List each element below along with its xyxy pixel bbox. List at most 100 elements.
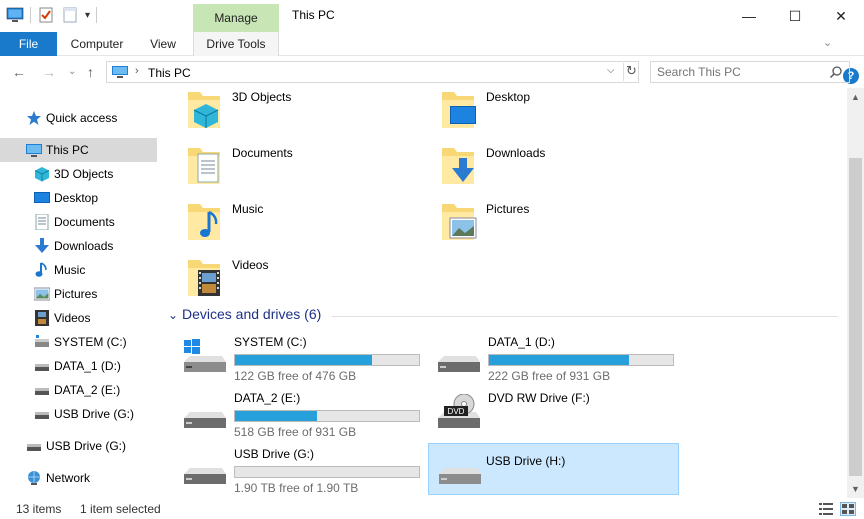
folder-label: Documents: [232, 146, 293, 160]
nav-item-documents[interactable]: Documents: [0, 210, 157, 234]
drive-free-space: 1.90 TB free of 1.90 TB: [234, 481, 359, 495]
new-folder-icon[interactable]: [61, 6, 79, 24]
breadcrumb-this-pc[interactable]: This PC: [148, 66, 191, 80]
nav-item-usb-g[interactable]: USB Drive (G:): [0, 402, 157, 426]
film-icon: [34, 310, 50, 326]
computer-icon[interactable]: [6, 6, 24, 24]
network-icon: [26, 470, 42, 486]
selection-count: 1 item selected: [80, 502, 161, 516]
documents-icon: [34, 213, 50, 231]
drive-icon: [182, 450, 228, 488]
nav-label: Desktop: [54, 191, 99, 205]
drive-usage-bar: [488, 354, 674, 366]
drive-data1-d[interactable]: DATA_1 (D:) 222 GB free of 931 GB: [416, 332, 674, 383]
drive-usage-fill: [235, 355, 372, 365]
usb-drive-icon: [34, 406, 50, 422]
nav-label: DATA_2 (E:): [54, 383, 121, 397]
nav-label: Quick access: [46, 111, 118, 125]
expand-ribbon-chevron-icon[interactable]: ⌄: [823, 36, 832, 49]
scroll-up-arrow-icon[interactable]: ▲: [851, 92, 860, 102]
nav-item-system-c[interactable]: SYSTEM (C:): [0, 330, 157, 354]
back-arrow-icon[interactable]: ←: [12, 64, 26, 80]
item-count: 13 items: [16, 502, 62, 516]
nav-quick-access[interactable]: Quick access: [0, 106, 157, 130]
minimize-icon: —: [742, 8, 756, 24]
recent-locations-chevron-icon[interactable]: ⌄: [68, 66, 76, 77]
nav-item-desktop[interactable]: Desktop: [0, 186, 157, 210]
tab-computer[interactable]: Computer: [62, 32, 132, 56]
up-arrow-icon[interactable]: ↑: [87, 64, 94, 80]
search-input[interactable]: [657, 64, 827, 80]
nav-label: DATA_1 (D:): [54, 359, 121, 373]
properties-checkmark-icon[interactable]: [37, 6, 55, 24]
nav-label: Downloads: [54, 239, 114, 253]
nav-item-music[interactable]: Music: [0, 258, 157, 282]
nav-item-3d-objects[interactable]: 3D Objects: [0, 162, 157, 186]
address-bar[interactable]: › This PC ⌵ ↻: [106, 61, 639, 83]
devices-group-header[interactable]: ⌄ Devices and drives (6): [160, 306, 840, 326]
large-icons-view-icon[interactable]: [840, 502, 856, 516]
downloads-folder-icon: [438, 144, 478, 188]
scrollbar-thumb[interactable]: [849, 158, 862, 476]
drive-icon: [437, 450, 483, 488]
nav-label: This PC: [46, 143, 89, 157]
nav-label: Music: [54, 263, 86, 277]
pictures-icon: [33, 286, 51, 302]
vertical-scrollbar[interactable]: ▲ ▼: [847, 88, 864, 498]
nav-item-pictures[interactable]: Pictures: [0, 282, 157, 306]
status-bar: 13 items 1 item selected: [0, 498, 864, 519]
tab-drive-tools[interactable]: Drive Tools: [193, 32, 279, 56]
maximize-button[interactable]: ☐: [772, 0, 818, 32]
drive-label: USB Drive (G:): [234, 447, 315, 461]
window-title: This PC: [292, 8, 335, 22]
nav-label: 3D Objects: [54, 167, 114, 181]
folder-music[interactable]: Music: [160, 200, 400, 256]
nav-network[interactable]: Network: [0, 466, 157, 490]
windows-drive-icon: [182, 338, 228, 376]
drive-free-space: 518 GB free of 931 GB: [234, 425, 357, 439]
drive-system-c[interactable]: SYSTEM (C:) 122 GB free of 476 GB: [162, 332, 420, 383]
drive-usb-g[interactable]: USB Drive (G:) 1.90 TB free of 1.90 TB: [162, 444, 420, 495]
details-view-icon[interactable]: [818, 502, 834, 516]
address-dropdown-icon[interactable]: ⌵: [607, 65, 615, 76]
close-button[interactable]: ✕: [818, 0, 864, 32]
navigation-bar: ← → ⌄ ↑ › This PC ⌵ ↻: [0, 58, 864, 88]
toolbar-divider: [96, 7, 98, 23]
minimize-button[interactable]: —: [726, 0, 772, 32]
nav-item-data2-e[interactable]: DATA_2 (E:): [0, 378, 157, 402]
refresh-icon[interactable]: ↻: [623, 63, 639, 81]
nav-item-downloads[interactable]: Downloads: [0, 234, 157, 258]
nav-item-videos[interactable]: Videos: [0, 306, 157, 330]
scroll-down-arrow-icon[interactable]: ▼: [851, 484, 860, 494]
tab-file[interactable]: File: [0, 32, 57, 56]
drive-usage-fill: [235, 411, 317, 421]
drive-dvd-f[interactable]: DVD DVD RW Drive (F:): [416, 388, 666, 438]
dvd-drive-icon: DVD: [436, 393, 482, 432]
drive-label: DATA_2 (E:): [234, 391, 301, 405]
folder-3d-objects[interactable]: 3D Objects: [160, 88, 400, 144]
tab-view[interactable]: View: [140, 32, 186, 56]
folder-desktop[interactable]: Desktop: [414, 88, 654, 144]
customize-toolbar-dropdown-icon[interactable]: ▾: [85, 10, 90, 21]
folder-label: 3D Objects: [232, 90, 292, 104]
nav-this-pc[interactable]: This PC: [0, 138, 157, 162]
drive-data2-e[interactable]: DATA_2 (E:) 518 GB free of 931 GB: [162, 388, 420, 439]
search-box[interactable]: [650, 61, 850, 83]
folder-label: Desktop: [486, 90, 531, 104]
breadcrumb-chevron-icon[interactable]: ›: [135, 65, 139, 77]
drive-label: DATA_1 (D:): [488, 335, 555, 349]
nav-label: USB Drive (G:): [54, 407, 135, 421]
forward-arrow-icon[interactable]: →: [42, 64, 56, 80]
folder-documents[interactable]: Documents: [160, 144, 400, 200]
manage-tab[interactable]: Manage: [193, 4, 279, 32]
drive-usb-h[interactable]: USB Drive (H:): [428, 443, 679, 495]
cube-folder-icon: [184, 88, 224, 132]
nav-item-data1-d[interactable]: DATA_1 (D:): [0, 354, 157, 378]
drive-label: DVD RW Drive (F:): [488, 391, 590, 405]
nav-label: Documents: [54, 215, 115, 229]
folder-downloads[interactable]: Downloads: [414, 144, 654, 200]
collapse-chevron-icon[interactable]: ⌄: [168, 308, 178, 322]
folder-videos[interactable]: Videos: [160, 256, 400, 312]
nav-usb-drive-root[interactable]: USB Drive (G:): [0, 434, 157, 458]
folder-pictures[interactable]: Pictures: [414, 200, 654, 256]
